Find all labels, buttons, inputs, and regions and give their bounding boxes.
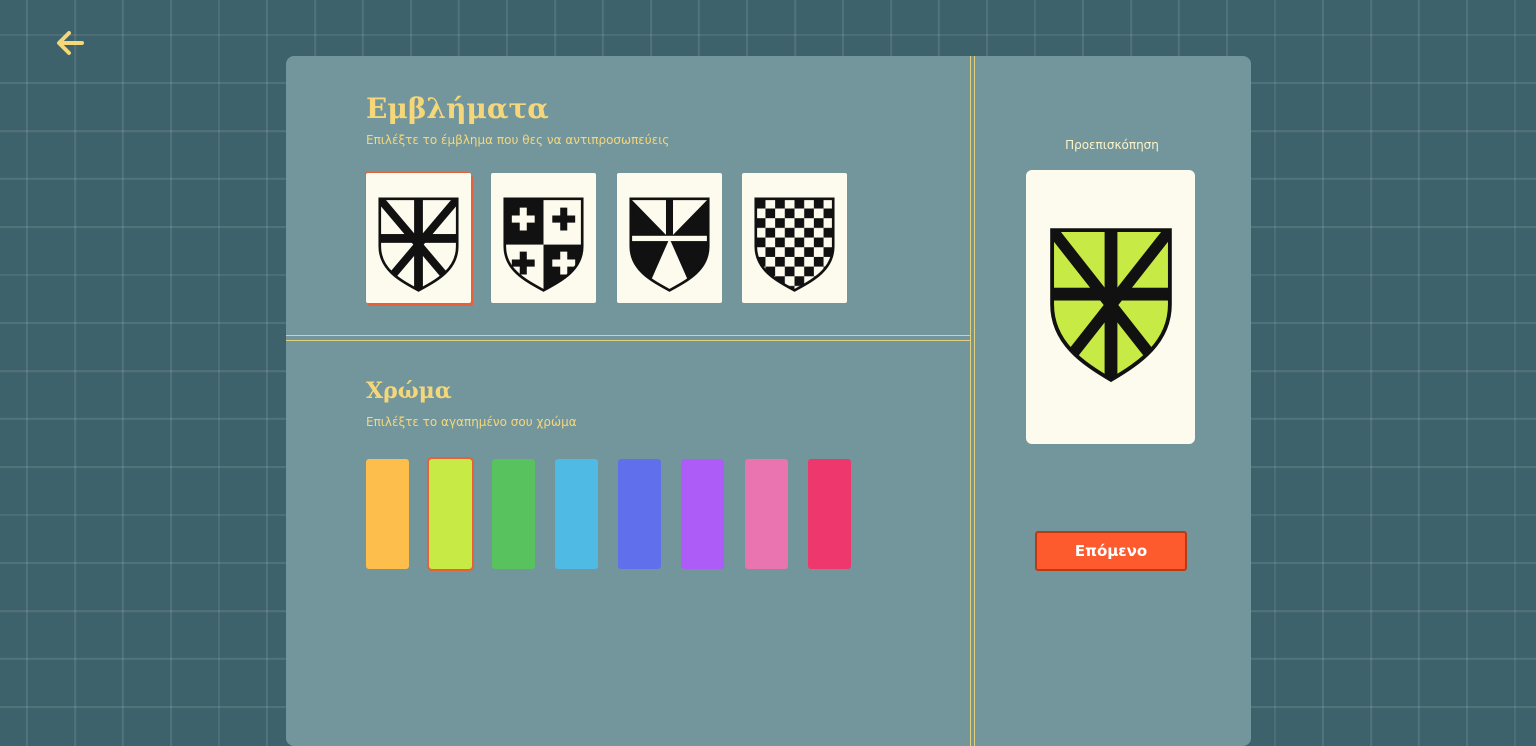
preview-label: Προεπισκόπηση — [1065, 138, 1159, 152]
emblems-title: Εμβλήματα — [366, 92, 549, 125]
preview-shield-icon — [1050, 228, 1172, 383]
customization-panel: Εμβλήματα Επιλέξτε το έμβλημα που θες να… — [286, 56, 1251, 746]
color-swatch[interactable] — [429, 459, 472, 569]
gyronny-shield-icon — [629, 197, 710, 292]
quartered-crosses-shield-icon — [503, 197, 584, 292]
emblem-option-checkered[interactable] — [742, 173, 847, 303]
color-swatch[interactable] — [618, 459, 661, 569]
divider — [970, 56, 971, 746]
star-cross-shield-icon — [378, 197, 459, 292]
color-swatch[interactable] — [555, 459, 598, 569]
divider — [286, 340, 971, 341]
checkered-shield-icon — [754, 197, 835, 292]
next-button[interactable]: Επόμενο — [1035, 531, 1187, 571]
color-swatch[interactable] — [681, 459, 724, 569]
emblem-option-quartered-crosses[interactable] — [491, 173, 596, 303]
preview-card — [1026, 170, 1195, 444]
colors-title: Χρώμα — [366, 378, 452, 404]
emblem-option-gyronny[interactable] — [617, 173, 722, 303]
divider — [286, 335, 971, 336]
arrow-left-icon — [57, 31, 84, 55]
color-swatch[interactable] — [745, 459, 788, 569]
color-swatch[interactable] — [492, 459, 535, 569]
colors-subtitle: Επιλέξτε το αγαπημένο σου χρώμα — [366, 415, 577, 429]
emblem-option-star-cross[interactable] — [366, 173, 471, 303]
color-swatch[interactable] — [808, 459, 851, 569]
color-swatch[interactable] — [366, 459, 409, 569]
divider — [974, 56, 975, 746]
emblems-subtitle: Επιλέξτε το έμβλημα που θες να αντιπροσω… — [366, 133, 670, 147]
back-button[interactable] — [52, 26, 92, 62]
